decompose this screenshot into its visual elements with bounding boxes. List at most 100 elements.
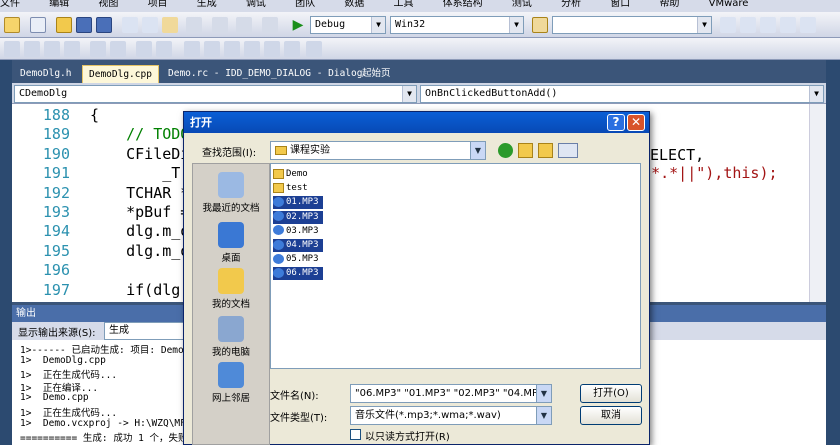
new-project-icon[interactable] [4,17,20,33]
server-explorer-tab[interactable] [1,80,11,170]
file-item[interactable]: 04.MP3 [273,239,323,252]
connect-icon[interactable] [4,41,20,57]
readonly-checkbox[interactable] [350,429,361,440]
editor-scrollbar[interactable] [809,104,826,302]
menu-view[interactable]: 视图 [98,0,118,9]
redo-icon[interactable] [212,17,228,33]
toolbox-icon[interactable] [780,17,796,33]
open-button[interactable]: 打开(O) [580,384,642,403]
my-documents-icon [218,268,244,294]
next-bookmark-folder-icon[interactable] [264,41,280,57]
solution-config-value: Debug [315,19,346,30]
place-desktop[interactable]: 桌面 [193,222,269,264]
menu-test[interactable]: 测试 [512,0,532,9]
filename-field[interactable]: "06.MP3" "01.MP3" "02.MP3" "04.MP3" ▼ [350,384,552,403]
menu-team[interactable]: 团队 [295,0,315,9]
back-icon[interactable] [498,143,513,158]
navigate-back-icon[interactable] [236,17,252,33]
menu-tools[interactable]: 工具 [394,0,414,9]
line-number: 193 [42,203,70,221]
file-item[interactable]: 03.MP3 [273,225,323,238]
find-combo[interactable]: ▼ [552,16,712,34]
new-folder-icon[interactable] [538,143,553,158]
menu-edit[interactable]: 编辑 [49,0,69,9]
menu-vmware[interactable]: VMware [709,0,749,9]
place-network[interactable]: 网上邻居 [193,362,269,404]
previous-bookmark-icon[interactable] [204,41,220,57]
file-name: 04.MP3 [286,240,319,250]
open-folder-icon[interactable] [56,17,72,33]
object-browser-icon[interactable] [760,17,776,33]
lookin-combo[interactable]: 课程实验 ▼ [270,141,486,160]
output-source-combo[interactable]: 生成 [104,322,184,340]
tab-demodlg-cpp[interactable]: DemoDlg.cpp [82,65,159,83]
save-all-icon[interactable] [96,17,112,33]
file-item[interactable]: Demo [273,168,312,181]
close-button[interactable]: ✕ [627,114,645,131]
menu-debug[interactable]: 调试 [246,0,266,9]
help-button[interactable]: ? [607,114,625,131]
menu-analyze[interactable]: 分析 [561,0,581,9]
tab-start-page[interactable]: 起始页 [356,65,397,83]
file-name: 01.MP3 [286,197,319,208]
indent-icon[interactable] [110,41,126,57]
properties-icon[interactable] [740,17,756,33]
file-item[interactable]: 05.MP3 [273,253,323,266]
cut-icon[interactable] [122,17,138,33]
navigate-forward-icon[interactable] [262,17,278,33]
member-list-icon[interactable] [24,41,40,57]
quick-info-icon[interactable] [64,41,80,57]
output-line: ========== 生成: 成功 1 个，失败 [20,433,188,445]
platform-combo[interactable]: Win32 ▼ [390,16,524,34]
outdent-icon[interactable] [90,41,106,57]
menu-build[interactable]: 生成 [197,0,217,9]
menu-file[interactable]: 文件 [0,0,20,9]
menu-window[interactable]: 窗口 [610,0,630,9]
tab-demo-rc[interactable]: Demo.rc - IDD_DEMO_DIALOG - Dialog [162,65,368,83]
readonly-label: 以只读方式打开(R) [365,432,450,443]
line-number-gutter: 188 189 190 191 192 193 194 195 196 197 [12,104,76,302]
code-line: *pBuf = [90,203,190,221]
filetype-value: 音乐文件(*.mp3;*.wma;*.wav) [355,410,501,421]
previous-bookmark-folder-icon[interactable] [244,41,260,57]
file-item[interactable]: 06.MP3 [273,267,323,281]
toggle-bookmark-icon[interactable] [184,41,200,57]
file-item[interactable]: test [273,182,312,195]
class-combo[interactable]: CDemoDlg ▼ [14,85,417,103]
file-list[interactable]: Demo test 01.MP3 02.MP3 03.MP3 04.MP3 05.MP3 06… [270,163,641,369]
place-recent[interactable]: 我最近的文档 [193,172,269,214]
clear-bookmarks-icon[interactable] [284,41,300,57]
place-documents[interactable]: 我的文档 [193,268,269,310]
tab-demodlg-h[interactable]: DemoDlg.h [14,65,77,83]
save-icon[interactable] [76,17,92,33]
method-combo[interactable]: OnBnClickedButtonAdd() ▼ [420,85,824,103]
solution-config-combo[interactable]: Debug ▼ [310,16,386,34]
up-folder-icon[interactable] [518,143,533,158]
filename-value: "06.MP3" "01.MP3" "02.MP3" "04.MP3" [355,388,550,399]
dialog-titlebar[interactable]: 打开 ? ✕ [184,112,649,133]
more-buttons-icon[interactable] [306,41,322,57]
add-item-icon[interactable] [30,17,46,33]
comment-icon[interactable] [136,41,152,57]
start-page-icon[interactable] [800,17,816,33]
undo-icon[interactable] [186,17,202,33]
copy-icon[interactable] [142,17,158,33]
place-computer[interactable]: 我的电脑 [193,316,269,358]
filetype-combo[interactable]: 音乐文件(*.mp3;*.wma;*.wav) ▼ [350,406,552,425]
file-item[interactable]: 01.MP3 [273,196,323,210]
uncomment-icon[interactable] [156,41,172,57]
menu-project[interactable]: 项目 [148,0,168,9]
menu-data[interactable]: 数据 [344,0,364,9]
file-item[interactable]: 02.MP3 [273,210,323,224]
cancel-button[interactable]: 取消 [580,406,642,425]
next-bookmark-icon[interactable] [224,41,240,57]
parameter-info-icon[interactable] [44,41,60,57]
menu-architecture[interactable]: 体系结构 [443,0,483,9]
find-in-files-icon[interactable] [532,17,548,33]
solution-explorer-icon[interactable] [720,17,736,33]
paste-icon[interactable] [162,17,178,33]
menu-help[interactable]: 帮助 [659,0,679,9]
view-menu-icon[interactable] [558,143,578,158]
start-debug-icon[interactable]: ▶ [290,17,306,33]
line-number: 191 [42,164,70,183]
